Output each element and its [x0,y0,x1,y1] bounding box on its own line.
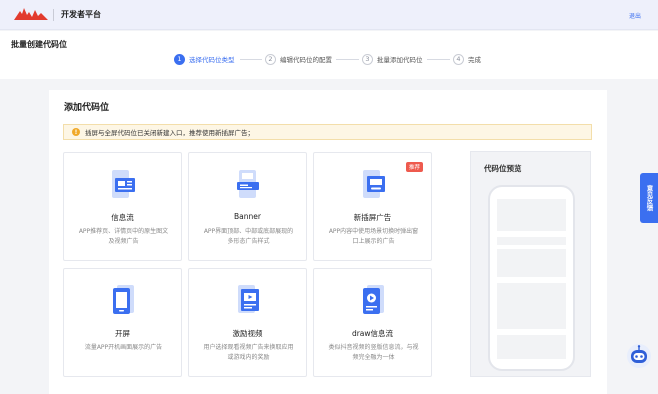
placeholder-block [497,335,566,359]
placeholder-block [497,237,566,245]
card-description: 类似抖音视频的竖版信息流，与视频完全融为一体 [328,344,419,361]
draw-feed-icon [363,285,384,314]
splash-ad-icon [113,285,134,314]
placeholder-block [497,199,566,231]
step-connector [427,59,450,60]
card-description: 用户选择观看视频广告来换取应用或游戏内的奖励 [203,344,294,361]
code-slot-preview: 代码位预览 [470,151,591,377]
step-finish: 4 完成 [453,53,481,65]
ad-type-card-splash[interactable]: 开屏 流量APP开机画面展示的广告 [63,268,182,377]
page-title: 批量创建代码位 [11,40,67,49]
phone-mockup [488,185,575,371]
card-title: 开屏 [115,329,130,338]
ad-type-card-rewarded-video[interactable]: 激励视频 用户选择观看视频广告来换取应用或游戏内的奖励 [188,268,307,377]
step-number: 2 [265,53,276,65]
placeholder-block [497,283,566,329]
notice-banner: ! 插屏与全屏代码位已关闭新建入口，推荐使用新插屏广告； [63,124,592,140]
card-title: 信息流 [111,213,134,222]
add-code-slot-panel: 添加代码位 ! 插屏与全屏代码位已关闭新建入口，推荐使用新插屏广告； 信息流 A… [49,90,607,394]
step-edit-config: 2 编辑代码位的配置 [265,53,332,65]
step-connector [336,59,359,60]
notice-text: 插屏与全屏代码位已关闭新建入口，推荐使用新插屏广告； [85,129,254,137]
header-divider [53,9,54,21]
logout-link[interactable]: 退出 [629,11,641,20]
warning-icon: ! [72,128,80,136]
step-connector [240,59,262,60]
preview-title: 代码位预览 [484,164,522,173]
step-number: 4 [453,53,464,65]
card-description: APP界面顶部、中部或底部展现的多形态广告样式 [203,228,294,245]
card-description: APP内容中使用场景切换时弹出窗口上展示的广告 [328,228,419,245]
recommend-badge: 推荐 [405,162,423,172]
top-bar: 开发者平台 退出 [0,0,658,30]
platform-title: 开发者平台 [61,10,101,19]
brand-logo[interactable] [14,8,48,20]
ad-type-card-feed[interactable]: 信息流 APP推荐页、详情页中的原生图文及视频广告 [63,152,182,261]
assistant-robot-icon[interactable] [626,343,652,369]
step-select-type: 1 选择代码位类型 [174,53,235,65]
feed-ad-icon [112,170,135,198]
card-title: 激励视频 [232,329,263,338]
banner-ad-icon [237,170,259,198]
card-description: 流量APP开机画面展示的广告 [84,344,163,351]
placeholder-block [497,249,566,277]
rewarded-video-icon [238,285,259,313]
card-description: APP推荐页、详情页中的原生图文及视频广告 [78,228,169,245]
card-title: Banner [234,212,261,221]
ad-type-card-interstitial[interactable]: 推荐 新插屏广告 APP内容中使用场景切换时弹出窗口上展示的广告 [313,152,432,261]
step-bar: 批量创建代码位 1 选择代码位类型 2 编辑代码位的配置 3 批量添加代码位 4… [0,31,658,79]
feedback-tab[interactable]: 意见反馈 [640,173,658,223]
card-title: draw信息流 [351,329,394,338]
step-batch-add: 3 批量添加代码位 [362,53,423,65]
step-label: 完成 [468,56,481,64]
step-label: 编辑代码位的配置 [280,56,332,64]
step-number: 1 [174,53,185,65]
card-title: 新插屏广告 [353,213,392,222]
ad-type-card-draw-feed[interactable]: draw信息流 类似抖音视频的竖版信息流，与视频完全融为一体 [313,268,432,377]
interstitial-ad-icon [363,170,385,198]
ad-type-card-banner[interactable]: Banner APP界面顶部、中部或底部展现的多形态广告样式 [188,152,307,261]
step-label: 选择代码位类型 [189,56,235,64]
step-number: 3 [362,53,373,65]
step-label: 批量添加代码位 [377,56,423,64]
panel-title: 添加代码位 [64,103,110,113]
